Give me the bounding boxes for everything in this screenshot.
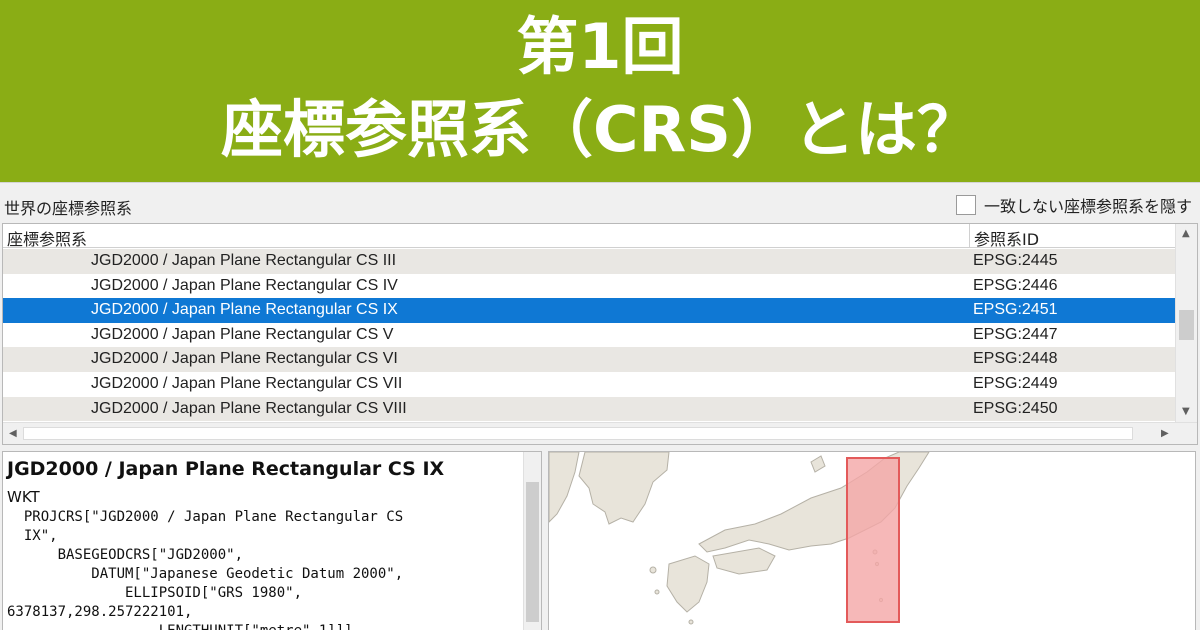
table-row[interactable]: JGD2000 / Japan Plane Rectangular CS IX E… xyxy=(3,298,1175,323)
wkt-details-panel: JGD2000 / Japan Plane Rectangular CS IX … xyxy=(2,451,542,630)
column-header-crs[interactable]: 座標参照系 xyxy=(7,226,87,250)
scroll-down-icon[interactable]: ▼ xyxy=(1182,406,1190,417)
vertical-scrollbar[interactable]: ▲ ▼ xyxy=(1175,224,1197,422)
island xyxy=(654,589,660,595)
crs-id-cell: EPSG:2449 xyxy=(973,374,1058,392)
crs-name-cell: JGD2000 / Japan Plane Rectangular CS V xyxy=(91,325,394,343)
crs-id-cell: EPSG:2446 xyxy=(973,276,1058,294)
hide-unmatched-checkbox[interactable] xyxy=(955,195,976,215)
horizontal-scroll-thumb[interactable] xyxy=(23,427,1133,440)
banner-title-line1: 第1回 xyxy=(516,10,684,83)
selected-crs-title: JGD2000 / Japan Plane Rectangular CS IX xyxy=(7,458,445,480)
crs-name-cell: JGD2000 / Japan Plane Rectangular CS III xyxy=(91,252,397,269)
china-coast xyxy=(549,452,580,523)
wkt-label: WKT xyxy=(7,488,40,506)
crs-table: 座標参照系 参照系ID JGD2000 / Japan Plane Rectan… xyxy=(2,223,1198,445)
kyushu-landmass xyxy=(666,555,710,613)
table-row[interactable]: JGD2000 / Japan Plane Rectangular CS VI E… xyxy=(3,347,1175,372)
crs-name-cell: JGD2000 / Japan Plane Rectangular CS IX xyxy=(91,301,398,319)
table-rows: JGD2000 / Japan Plane Rectangular CS III… xyxy=(3,249,1175,422)
table-row[interactable]: JGD2000 / Japan Plane Rectangular CS VII… xyxy=(3,396,1175,422)
crs-extent-map[interactable] xyxy=(548,451,1196,630)
wkt-text: PROJCRS["JGD2000 / Japan Plane Rectangul… xyxy=(7,509,404,630)
crs-name-cell: JGD2000 / Japan Plane Rectangular CS IV xyxy=(91,276,398,294)
table-row[interactable]: JGD2000 / Japan Plane Rectangular CS III… xyxy=(3,249,1175,274)
crs-selector-dialog: 世界の座標参照系 一致しない座標参照系を隠す 座標参照系 参照系ID JGD20… xyxy=(0,182,1200,630)
hide-unmatched-crs-toggle[interactable]: 一致しない座標参照系を隠す xyxy=(955,193,1192,217)
table-row[interactable]: JGD2000 / Japan Plane Rectangular CS VII… xyxy=(3,372,1175,397)
crs-extent-rectangle xyxy=(846,457,900,623)
title-banner: 第1回 座標参照系（CRS）とは？ xyxy=(0,0,1200,182)
island xyxy=(688,619,694,625)
crs-id-cell: EPSG:2451 xyxy=(973,301,1058,319)
table-row[interactable]: JGD2000 / Japan Plane Rectangular CS IV E… xyxy=(3,274,1175,299)
scroll-up-icon[interactable]: ▲ xyxy=(1182,228,1190,239)
crs-id-cell: EPSG:2447 xyxy=(973,325,1058,343)
vertical-scroll-thumb[interactable] xyxy=(1179,310,1194,340)
japan-map xyxy=(549,452,930,625)
scroll-left-icon[interactable]: ◀ xyxy=(9,428,17,439)
table-header: 座標参照系 参照系ID xyxy=(3,224,1175,250)
wkt-scrollbar[interactable] xyxy=(523,452,541,630)
scroll-right-icon[interactable]: ▶ xyxy=(1161,428,1169,439)
crs-name-cell: JGD2000 / Japan Plane Rectangular CS VI xyxy=(91,350,398,368)
section-title: 世界の座標参照系 xyxy=(4,199,133,218)
korea-landmass xyxy=(578,452,670,525)
crs-id-cell: EPSG:2448 xyxy=(973,350,1058,368)
shikoku-landmass xyxy=(712,547,776,575)
hide-unmatched-label: 一致しない座標参照系を隠す xyxy=(983,197,1192,216)
table-row[interactable]: JGD2000 / Japan Plane Rectangular CS V EP… xyxy=(3,323,1175,348)
crs-id-cell: EPSG:2450 xyxy=(973,399,1058,417)
crs-id-cell: EPSG:2445 xyxy=(973,252,1058,269)
wkt-scroll-thumb[interactable] xyxy=(526,482,539,622)
crs-name-cell: JGD2000 / Japan Plane Rectangular CS VII xyxy=(91,374,403,392)
horizontal-scrollbar[interactable]: ◀ ▶ xyxy=(3,422,1197,444)
island xyxy=(649,566,657,574)
column-header-id[interactable]: 参照系ID xyxy=(969,224,1043,249)
banner-title-line2: 座標参照系（CRS）とは？ xyxy=(221,93,979,166)
crs-name-cell: JGD2000 / Japan Plane Rectangular CS VII… xyxy=(91,399,407,417)
sado-island xyxy=(810,455,826,473)
